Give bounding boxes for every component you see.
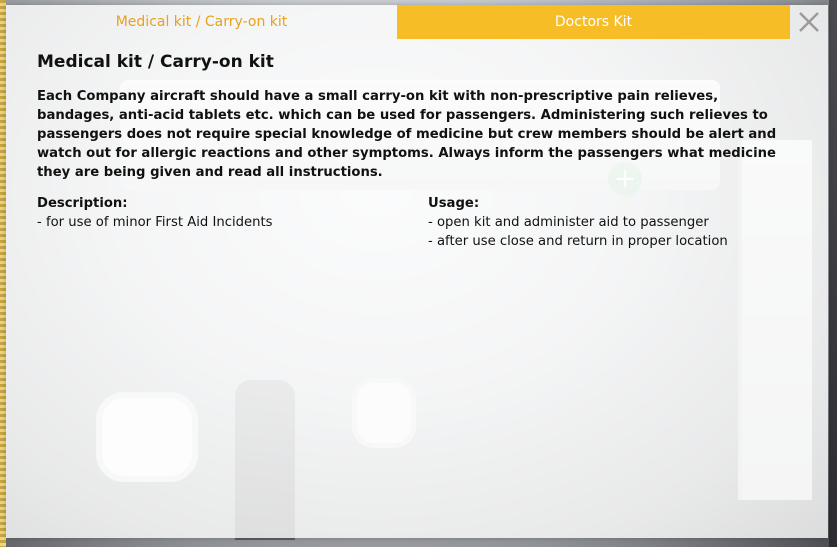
details-columns: Description: - for use of minor First Ai… bbox=[37, 194, 797, 254]
tab-medical-kit[interactable]: Medical kit / Carry-on kit bbox=[6, 5, 397, 39]
tab-doctors-kit[interactable]: Doctors Kit bbox=[397, 5, 790, 39]
usage-label: Usage: bbox=[428, 196, 480, 211]
content-paragraph: Each Company aircraft should have a smal… bbox=[37, 89, 777, 180]
description-label: Description: bbox=[37, 196, 128, 211]
right-edge-strip bbox=[829, 0, 837, 547]
close-icon[interactable] bbox=[796, 9, 822, 35]
usage-item: - after use close and return in proper l… bbox=[428, 234, 728, 249]
description-section: Description: - for use of minor First Ai… bbox=[37, 194, 417, 232]
usage-item: - open kit and administer aid to passeng… bbox=[428, 215, 709, 230]
modal-content: Medical kit / Carry-on kit Each Company … bbox=[37, 51, 797, 254]
info-modal: Medical kit / Carry-on kit Doctors Kit M… bbox=[6, 5, 828, 538]
description-item: - for use of minor First Aid Incidents bbox=[37, 215, 273, 230]
tab-bar: Medical kit / Carry-on kit Doctors Kit bbox=[6, 5, 828, 39]
content-title: Medical kit / Carry-on kit bbox=[37, 52, 274, 72]
usage-section: Usage: - open kit and administer aid to … bbox=[428, 194, 798, 251]
